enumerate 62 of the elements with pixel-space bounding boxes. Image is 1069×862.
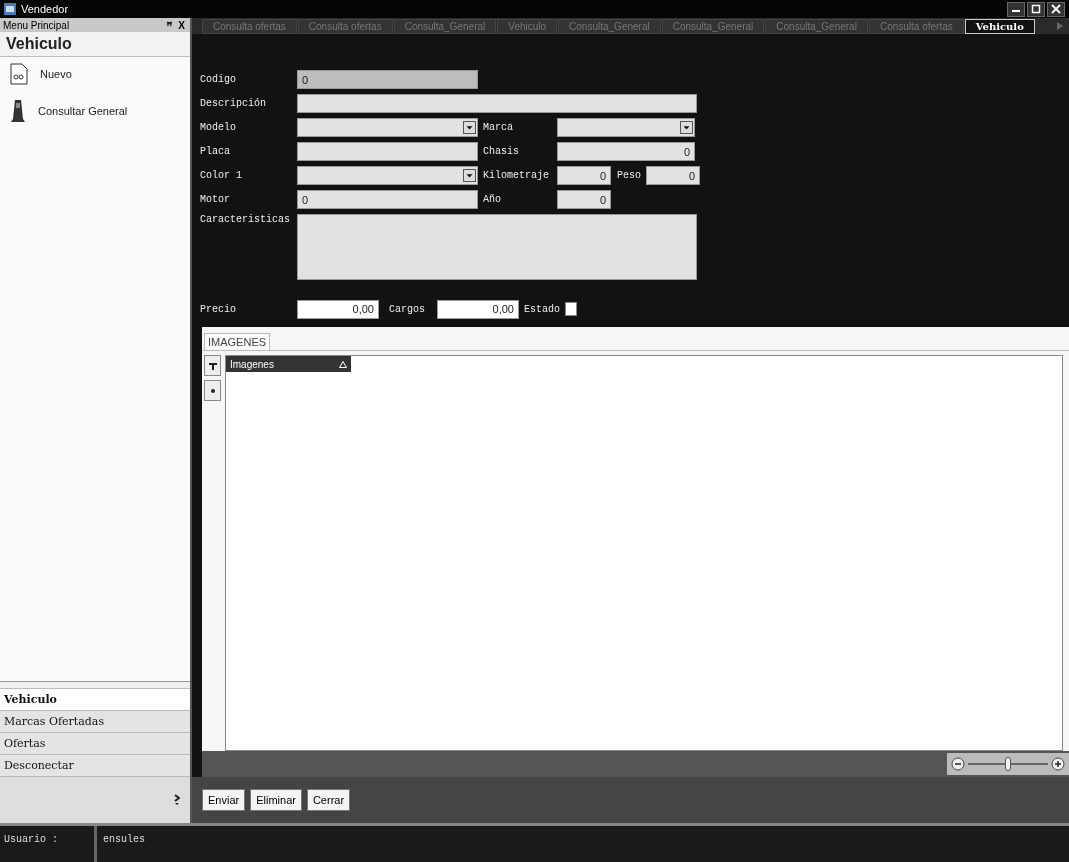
action-button[interactable]: Enviar bbox=[202, 789, 246, 811]
nav-item[interactable]: Desconectar bbox=[0, 754, 190, 776]
close-button[interactable] bbox=[1047, 1, 1065, 17]
brand-dropdown[interactable] bbox=[557, 118, 695, 137]
year-field[interactable]: 0 bbox=[557, 190, 611, 209]
window-title: Vendedor bbox=[21, 3, 69, 15]
field-label: Chasis bbox=[482, 146, 520, 157]
chevron-icon[interactable] bbox=[174, 794, 180, 806]
nav-item[interactable]: Vehiculo bbox=[0, 688, 190, 710]
field-label: Codigo bbox=[200, 74, 237, 85]
field-label: Descripción bbox=[200, 98, 267, 109]
panel-close-button[interactable]: X bbox=[176, 18, 187, 32]
sort-icon bbox=[339, 360, 347, 368]
color-dropdown[interactable] bbox=[297, 166, 478, 185]
section-header: Vehiculo bbox=[0, 32, 190, 57]
field-label: Estado bbox=[523, 303, 561, 315]
field-label: Kilometraje bbox=[482, 170, 550, 181]
action-button[interactable]: Eliminar bbox=[250, 789, 302, 811]
column-header[interactable]: Imagenes bbox=[226, 356, 351, 372]
plate-field[interactable] bbox=[297, 142, 478, 161]
field-label: Cargos bbox=[388, 303, 426, 315]
field-label: Color 1 bbox=[200, 170, 243, 181]
field-label: Placa bbox=[200, 146, 231, 157]
charges-field[interactable]: 0,00 bbox=[437, 299, 519, 319]
nav-item[interactable]: Marcas Ofertadas bbox=[0, 710, 190, 732]
zoom-out-icon[interactable] bbox=[951, 757, 965, 771]
images-tab[interactable]: IMAGENES bbox=[204, 333, 271, 350]
field-label: Año bbox=[482, 194, 502, 205]
field-label: Peso bbox=[616, 170, 642, 181]
chassis-field[interactable]: 0 bbox=[557, 142, 695, 161]
field-label: Marca bbox=[482, 122, 514, 133]
minimize-button[interactable] bbox=[1007, 1, 1025, 17]
weight-field[interactable]: 0 bbox=[646, 166, 700, 185]
maximize-icon bbox=[1031, 4, 1041, 14]
pin-button[interactable]: ꟸ bbox=[165, 18, 175, 32]
status-label: Usuario : bbox=[0, 826, 97, 862]
maximize-button[interactable] bbox=[1027, 1, 1045, 17]
app-icon bbox=[4, 3, 16, 15]
slider-thumb[interactable] bbox=[1005, 757, 1011, 771]
description-field[interactable] bbox=[297, 94, 697, 113]
menu-item[interactable]: Consultar General bbox=[38, 105, 128, 117]
mileage-field[interactable]: 0 bbox=[557, 166, 611, 185]
status-checkbox[interactable] bbox=[565, 302, 577, 316]
zoom-in-icon[interactable] bbox=[1051, 757, 1065, 771]
field-label: Modelo bbox=[200, 122, 237, 133]
document-icon bbox=[10, 63, 28, 85]
add-image-button[interactable] bbox=[204, 355, 221, 376]
field-label: Precio bbox=[200, 303, 237, 315]
field-label: Caracteristicas bbox=[200, 214, 291, 225]
action-button[interactable]: Cerrar bbox=[306, 789, 351, 811]
menu-item[interactable]: Nuevo bbox=[40, 68, 72, 80]
engine-field[interactable]: 0 bbox=[297, 190, 478, 209]
username-text: ensules bbox=[102, 833, 146, 847]
document-tab[interactable]: Vehiculo bbox=[964, 19, 1035, 34]
nav-item[interactable]: Ofertas bbox=[0, 732, 190, 754]
price-field[interactable]: 0,00 bbox=[297, 299, 379, 319]
remove-image-button[interactable] bbox=[204, 380, 221, 401]
scroll-right-icon[interactable] bbox=[1057, 22, 1063, 30]
field-label: Motor bbox=[200, 194, 231, 205]
panel-title: Menu Principal bbox=[3, 19, 70, 31]
code-field[interactable]: 0 bbox=[297, 70, 478, 89]
close-icon bbox=[1051, 4, 1061, 14]
